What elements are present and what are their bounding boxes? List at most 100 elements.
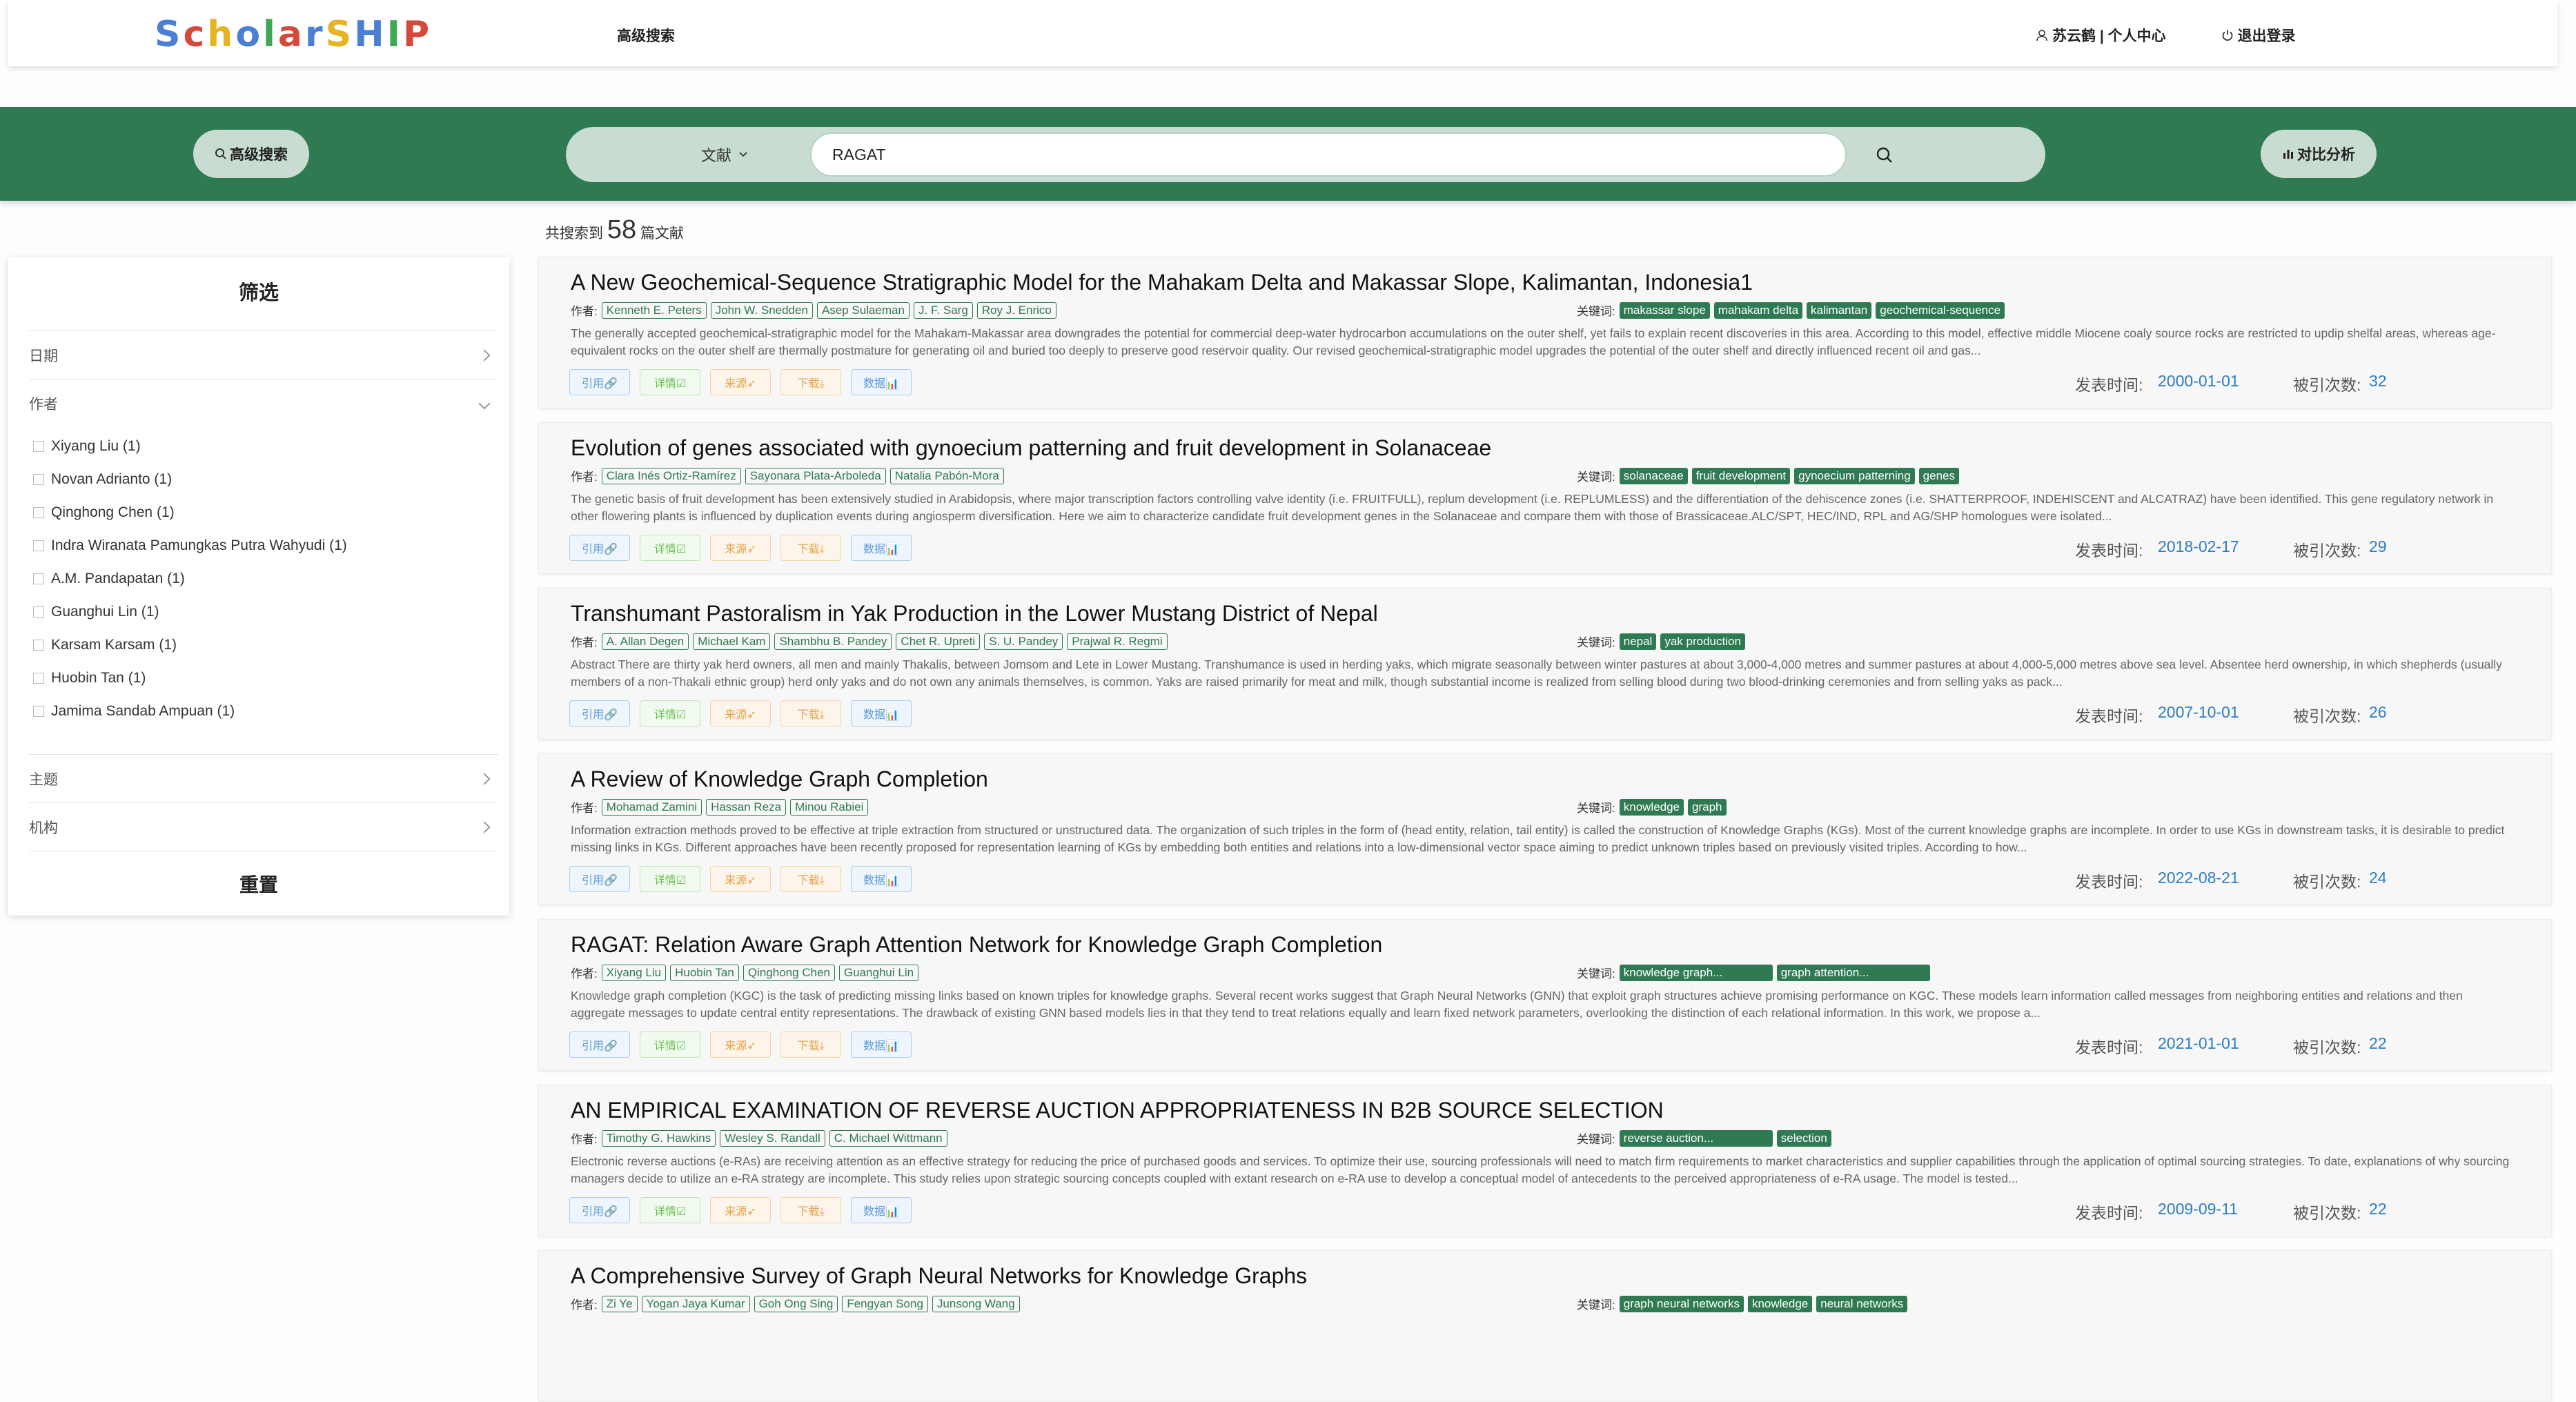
cite-button[interactable]: 引用🔗 [569,369,630,395]
scholarship-logo[interactable]: ScholarSHIP [155,14,432,55]
author-tag[interactable]: Shambhu B. Pandey [774,633,892,650]
result-title-link[interactable]: Evolution of genes associated with gynoe… [571,435,1491,461]
keyword-tag[interactable]: solanaceae [1619,467,1688,484]
author-tag[interactable]: C. Michael Wittmann [829,1129,947,1147]
logout-link[interactable]: 退出登录 [2221,25,2296,46]
keyword-tag[interactable]: geochemical-sequence [1876,302,2005,319]
author-tag[interactable]: Guanghui Lin [838,964,919,981]
keyword-tag[interactable]: knowledge [1747,1295,1813,1312]
checkbox[interactable] [33,673,44,684]
result-title-link[interactable]: RAGAT: Relation Aware Graph Attention Ne… [571,932,1382,958]
author-tag[interactable]: Qinghong Chen [743,964,835,981]
author-filter-option[interactable]: Novan Adrianto (1) [33,471,172,488]
author-tag[interactable]: Junsong Wang [932,1295,1020,1312]
checkbox[interactable] [33,706,44,717]
checkbox[interactable] [33,640,44,651]
detail-button[interactable]: 详情☑ [640,1197,700,1223]
result-title-link[interactable]: Transhumant Pastoralism in Yak Productio… [571,601,1378,626]
result-title-link[interactable]: AN EMPIRICAL EXAMINATION OF REVERSE AUCT… [571,1098,1664,1123]
source-button[interactable]: 来源➶ [710,535,771,561]
keyword-tag[interactable]: selection [1776,1129,1831,1147]
download-button[interactable]: 下载⤓ [780,369,841,395]
filter-date-toggle[interactable]: 日期 [29,330,498,379]
author-tag[interactable]: Michael Kam [693,633,771,650]
checkbox[interactable] [33,507,44,518]
author-tag[interactable]: Mohamad Zamini [601,798,702,816]
checkbox[interactable] [33,474,44,485]
keyword-tag[interactable]: neural networks [1816,1295,1908,1312]
data-button[interactable]: 数据📊 [851,1197,912,1223]
author-tag[interactable]: J. F. Sarg [913,302,973,319]
detail-button[interactable]: 详情☑ [640,535,700,561]
author-tag[interactable]: Yogan Jaya Kumar [641,1295,750,1312]
detail-button[interactable]: 详情☑ [640,700,700,727]
cite-button[interactable]: 引用🔗 [569,1031,630,1058]
cite-button[interactable]: 引用🔗 [569,535,630,561]
cite-button[interactable]: 引用🔗 [569,866,630,892]
search-input[interactable] [810,132,1847,177]
author-tag[interactable]: Goh Ong Sing [754,1295,838,1312]
keyword-tag[interactable]: fruit development [1691,467,1791,484]
checkbox[interactable] [33,606,44,618]
source-button[interactable]: 来源➶ [710,1031,771,1058]
keyword-tag[interactable]: yak production [1660,633,1745,650]
detail-button[interactable]: 详情☑ [640,866,700,892]
data-button[interactable]: 数据📊 [851,535,912,561]
author-filter-option[interactable]: Qinghong Chen (1) [33,504,175,521]
data-button[interactable]: 数据📊 [851,700,912,727]
filter-topic-toggle[interactable]: 主题 [29,754,498,802]
result-title-link[interactable]: A Review of Knowledge Graph Completion [571,767,988,792]
author-tag[interactable]: Natalia Pabón-Mora [889,467,1004,484]
nav-advanced-search-link[interactable]: 高级搜索 [617,25,675,46]
author-tag[interactable]: Minou Rabiei [790,798,869,816]
author-tag[interactable]: Timothy G. Hawkins [601,1129,716,1147]
data-button[interactable]: 数据📊 [851,866,912,892]
keyword-tag[interactable]: nepal [1619,633,1657,650]
author-tag[interactable]: Asep Sulaeman [816,302,910,319]
author-tag[interactable]: S. U. Pandey [984,633,1063,650]
author-tag[interactable]: Huobin Tan [670,964,739,981]
detail-button[interactable]: 详情☑ [640,369,700,395]
reset-button[interactable]: 重置 [8,870,509,898]
author-filter-option[interactable]: Karsam Karsam (1) [33,637,177,653]
result-title-link[interactable]: A New Geochemical-Sequence Stratigraphic… [571,270,1753,295]
download-button[interactable]: 下载⤓ [780,1197,841,1223]
author-tag[interactable]: Roy J. Enrico [976,302,1056,319]
author-filter-option[interactable]: Indra Wiranata Pamungkas Putra Wahyudi (… [33,537,347,554]
author-tag[interactable]: Sayonara Plata-Arboleda [745,467,886,484]
source-button[interactable]: 来源➶ [710,700,771,727]
author-tag[interactable]: Chet R. Upreti [896,633,981,650]
author-filter-option[interactable]: Jamima Sandab Ampuan (1) [33,703,235,720]
download-button[interactable]: 下载⤓ [780,535,841,561]
author-tag[interactable]: Prajwal R. Regmi [1067,633,1168,650]
keyword-tag[interactable]: knowledge graph... [1619,964,1773,981]
keyword-tag[interactable]: graph [1688,798,1727,816]
author-tag[interactable]: John W. Snedden [710,302,813,319]
data-button[interactable]: 数据📊 [851,1031,912,1058]
advanced-search-button[interactable]: 高级搜索 [193,130,309,178]
author-filter-option[interactable]: Huobin Tan (1) [33,670,146,687]
filter-org-toggle[interactable]: 机构 [29,802,498,851]
download-button[interactable]: 下载⤓ [780,1031,841,1058]
source-button[interactable]: 来源➶ [710,866,771,892]
detail-button[interactable]: 详情☑ [640,1031,700,1058]
author-tag[interactable]: Zi Ye [601,1295,638,1312]
author-filter-option[interactable]: A.M. Pandapatan (1) [33,571,185,587]
checkbox[interactable] [33,441,44,452]
keyword-tag[interactable]: graph neural networks [1619,1295,1744,1312]
author-filter-option[interactable]: Guanghui Lin (1) [33,604,159,620]
keyword-tag[interactable]: mahakam delta [1713,302,1803,319]
user-center-link[interactable]: 苏云鹤 | 个人中心 [2036,25,2166,46]
source-button[interactable]: 来源➶ [710,1197,771,1223]
author-tag[interactable]: Fengyan Song [842,1295,928,1312]
author-tag[interactable]: Xiyang Liu [601,964,667,981]
keyword-tag[interactable]: graph attention... [1776,964,1930,981]
author-tag[interactable]: A. Allan Degen [601,633,689,650]
checkbox[interactable] [33,540,44,551]
download-button[interactable]: 下载⤓ [780,866,841,892]
keyword-tag[interactable]: knowledge [1619,798,1684,816]
download-button[interactable]: 下载⤓ [780,700,841,727]
keyword-tag[interactable]: makassar slope [1619,302,1710,319]
author-filter-option[interactable]: Xiyang Liu (1) [33,438,141,455]
keyword-tag[interactable]: reverse auction... [1619,1129,1773,1147]
